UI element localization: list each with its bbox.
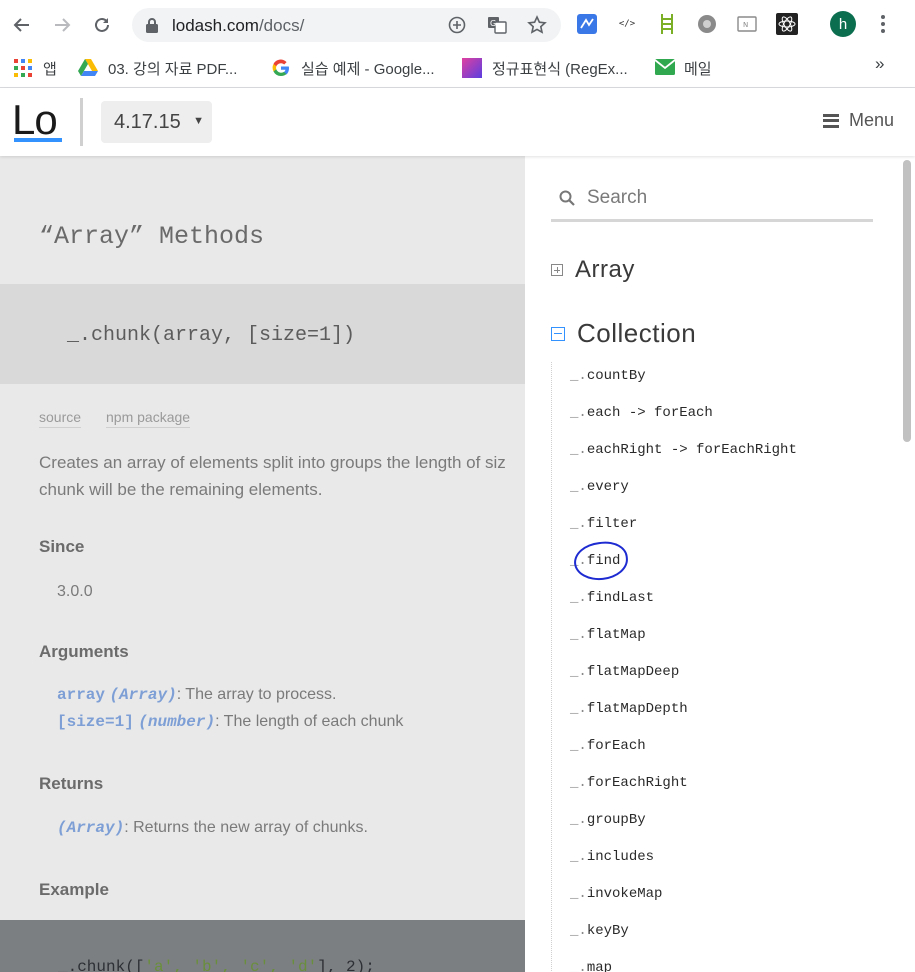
scrollbar-thumb[interactable]	[903, 160, 911, 442]
method-link[interactable]: _.flatMapDeep	[570, 664, 679, 680]
returns-value: (Array): Returns the new array of chunks…	[57, 819, 368, 837]
method-link[interactable]: _.groupBy	[570, 812, 646, 828]
profile-avatar[interactable]: h	[830, 11, 856, 37]
extension-react-icon[interactable]	[776, 13, 798, 35]
address-bar[interactable]: lodash.com/docs/ G	[132, 8, 561, 42]
method-link[interactable]: _.map	[570, 960, 612, 972]
example-code-block: _.chunk(['a', 'b', 'c', 'd'], 2);	[0, 920, 525, 972]
bookmark-practice-example[interactable]: 실습 예제 - Google...	[271, 56, 435, 80]
since-heading: Since	[39, 537, 85, 556]
method-link[interactable]: _.forEachRight	[570, 775, 688, 791]
method-list: _.countBy _.each -> forEach _.eachRight ->…	[551, 362, 891, 972]
method-link[interactable]: _.countBy	[570, 368, 646, 384]
method-header: _.chunk(array, [size=1])	[0, 284, 525, 384]
bookmarks-overflow-button[interactable]: »	[875, 54, 884, 74]
bookmark-lecture-pdf[interactable]: 03. 강의 자료 PDF...	[78, 56, 237, 80]
main-content: “Array” Methods _.chunk(array, [size=1])…	[0, 156, 525, 972]
returns-heading: Returns	[39, 774, 104, 793]
apps-grid-icon	[13, 58, 33, 78]
extension-blue-icon[interactable]	[576, 13, 598, 35]
lodash-logo[interactable]: Lo	[12, 96, 58, 144]
npm-package-link[interactable]: npm package	[106, 409, 191, 428]
menu-button[interactable]: Menu	[823, 110, 894, 131]
method-link[interactable]: _.every	[570, 479, 629, 495]
browser-toolbar: lodash.com/docs/ G </> N h	[0, 0, 915, 50]
method-link[interactable]: _.flatMap	[570, 627, 646, 643]
method-link[interactable]: _.invokeMap	[570, 886, 662, 902]
search-icon	[559, 190, 575, 211]
bookmarks-bar: 앱 03. 강의 자료 PDF... 실습 예제 - Google... 정규표…	[0, 50, 915, 88]
add-circle-icon[interactable]	[447, 15, 467, 35]
extension-devtools-icon[interactable]: </>	[616, 13, 638, 35]
category-array[interactable]: Array	[551, 256, 635, 284]
google-icon	[271, 58, 291, 78]
method-link[interactable]: _.each -> forEach	[570, 405, 713, 421]
code-line: _.chunk(['a', 'b', 'c', 'd'], 2);	[58, 958, 375, 972]
expand-plus-icon[interactable]	[551, 264, 563, 276]
lock-icon	[145, 17, 159, 38]
caret-down-icon: ▼	[193, 115, 204, 127]
extension-box-icon[interactable]: N	[736, 13, 758, 35]
site-header: Lo 4.17.15 ▼ Menu	[0, 88, 915, 156]
method-link[interactable]: _.filter	[570, 516, 637, 532]
argument-array: array (Array): The array to process.	[57, 686, 337, 704]
kebab-menu-icon[interactable]	[876, 13, 890, 35]
section-title: “Array” Methods	[39, 222, 265, 251]
collapse-minus-icon[interactable]	[551, 326, 565, 341]
star-bookmark-icon[interactable]	[527, 15, 547, 35]
method-signature: _.chunk(array, [size=1])	[67, 324, 356, 347]
version-select[interactable]: 4.17.15 ▼	[101, 101, 212, 143]
method-description: Creates an array of elements split into …	[39, 453, 506, 499]
since-value: 3.0.0	[57, 583, 93, 600]
svg-text:N: N	[743, 21, 748, 29]
extension-ladder-icon[interactable]	[656, 13, 678, 35]
forward-arrow-icon[interactable]	[50, 13, 74, 37]
argument-size: [size=1] (number): The length of each ch…	[57, 713, 404, 731]
google-drive-icon	[78, 58, 98, 78]
svg-text:G: G	[490, 19, 496, 28]
source-link[interactable]: source	[39, 409, 82, 428]
search-input[interactable]	[587, 182, 867, 214]
reload-icon[interactable]	[90, 13, 114, 37]
bookmark-mail[interactable]: 메일	[654, 56, 712, 80]
bookmark-regex[interactable]: 정규표현식 (RegEx...	[462, 56, 628, 80]
method-link[interactable]: _.flatMapDepth	[570, 701, 688, 717]
method-link[interactable]: _.eachRight -> forEachRight	[570, 442, 797, 458]
logo-underline	[14, 138, 62, 142]
logo-divider	[80, 98, 83, 146]
method-link[interactable]: _.forEach	[570, 738, 646, 754]
arguments-heading: Arguments	[39, 642, 129, 661]
extension-gear-icon[interactable]	[696, 13, 718, 35]
back-arrow-icon[interactable]	[10, 13, 34, 37]
method-link[interactable]: _.keyBy	[570, 923, 629, 939]
category-collection[interactable]: Collection	[551, 318, 696, 349]
bookmark-apps[interactable]: 앱	[13, 56, 57, 80]
method-link[interactable]: _.findLast	[570, 590, 654, 606]
url-text: lodash.com/docs/	[172, 16, 305, 35]
translate-icon[interactable]: G	[487, 15, 507, 35]
gradient-favicon	[462, 58, 482, 78]
method-link[interactable]: _.includes	[570, 849, 654, 865]
mail-icon	[654, 58, 676, 78]
search-box	[551, 178, 873, 222]
hamburger-icon	[823, 113, 839, 128]
example-heading: Example	[39, 880, 109, 899]
